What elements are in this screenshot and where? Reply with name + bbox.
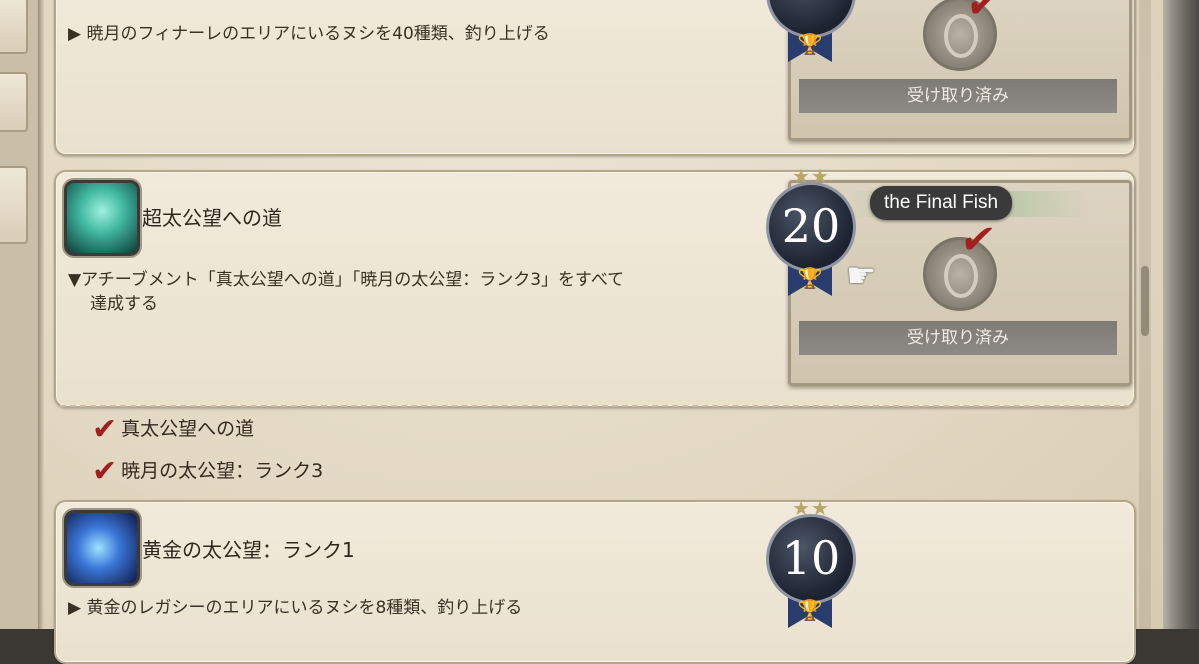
achievement-description-line: ▼アチーブメント「真太公望への道」「暁月の太公望：ランク3」をすべて [68,270,625,290]
category-tab-column [0,0,38,629]
achievement-title: 黄金の太公望：ランク1 [142,538,355,562]
reward-received-label: 受け取り済み [799,321,1117,355]
achievement-card[interactable] [54,500,1136,664]
achievement-icon [64,180,140,256]
scrollbar-thumb[interactable] [1141,266,1149,336]
achievement-points-medal: ★★ 10 🏆 [764,496,856,636]
checkmark-icon: ✔ [962,0,1005,27]
reward-received-label: 受け取り済み [799,79,1117,113]
category-tab[interactable] [0,166,28,244]
achievement-description: ▶ 黄金のレガシーのエリアにいるヌシを8種類、釣り上げる [68,598,523,618]
pointer-hand-icon: ☛ [846,256,877,296]
section-divider [60,405,1130,407]
achievement-points-medal: 🏆 [764,0,856,70]
checkmark-icon: ✔ [92,454,118,489]
sub-achievement-item: ✔ 真太公望への道 [92,412,254,447]
trophy-icon: 🏆 [797,598,823,622]
achievement-points: 10 [766,514,856,604]
achievement-points-medal: ★★ 20 🏆 [764,164,856,304]
sub-achievement-item: ✔ 暁月の太公望：ランク3 [92,454,323,489]
window-frame-edge [1163,0,1199,629]
checkmark-icon: ✔ [92,412,118,447]
achievement-description: ▶ 暁月のフィナーレのエリアにいるヌシを40種類、釣り上げる [68,24,550,44]
category-tab[interactable] [0,0,28,54]
trophy-icon: 🏆 [797,32,823,56]
achievement-title: 超太公望への道 [142,206,282,230]
reward-tooltip: the Final Fish [870,186,1013,220]
sub-achievement-label: 暁月の太公望：ランク3 [121,460,324,482]
trophy-icon: 🏆 [797,266,823,290]
achievement-description-line: 達成する [90,294,158,314]
sub-achievement-label: 真太公望への道 [121,418,255,440]
achievement-points: 20 [766,182,856,272]
category-tab[interactable] [0,72,28,132]
achievement-icon [64,510,140,586]
